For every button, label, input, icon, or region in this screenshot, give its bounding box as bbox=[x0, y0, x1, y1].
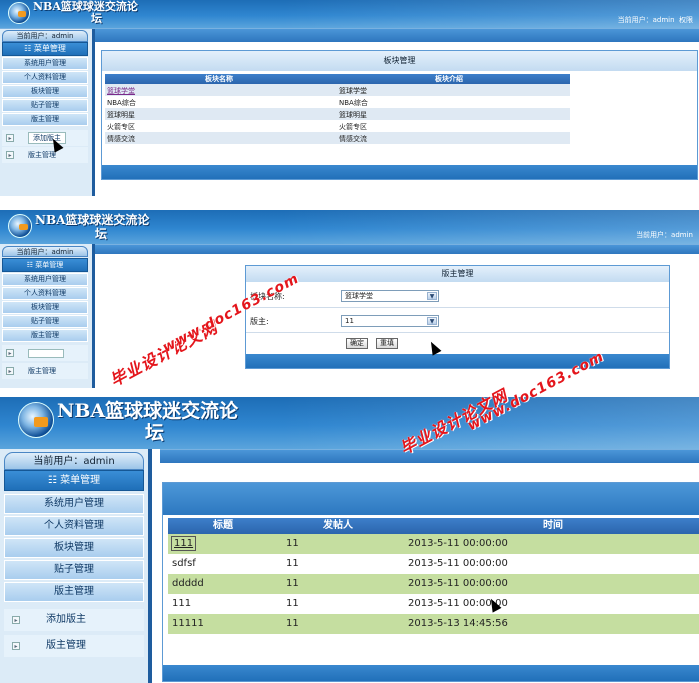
app-header: NBA篮球球迷交流论 坛 bbox=[0, 397, 699, 449]
expand-icon: ▸ bbox=[12, 616, 20, 624]
divider bbox=[92, 244, 95, 388]
moderator-label: 版主: bbox=[250, 317, 269, 326]
menu-item-posts[interactable]: 贴子管理 bbox=[2, 99, 88, 112]
panel-title: 版主管理 bbox=[246, 266, 669, 282]
expand-icon: ▸ bbox=[6, 134, 14, 142]
chevron-down-icon: ▼ bbox=[427, 317, 437, 325]
chevron-down-icon: ▼ bbox=[427, 292, 437, 300]
menu-item-system-users[interactable]: 系统用户管理 bbox=[2, 57, 88, 70]
form-row-board: 板块名称: 篮球学堂 ▼ bbox=[246, 284, 669, 308]
menu-item-system-users[interactable]: 系统用户管理 bbox=[4, 494, 144, 514]
submenu-manage-moderators[interactable]: ▸ 版主管理 bbox=[4, 635, 144, 657]
menu-icon: ☷ bbox=[47, 475, 61, 486]
menu-item-profile[interactable]: 个人资料管理 bbox=[2, 71, 88, 84]
app-title: NBA篮球球迷交流论 坛 bbox=[57, 400, 239, 444]
expand-icon: ▸ bbox=[6, 349, 14, 357]
menu-header[interactable]: ☷ 菜单管理 bbox=[2, 258, 88, 272]
confirm-button[interactable]: 确定 bbox=[346, 338, 368, 349]
submenu-add-moderator[interactable]: ▸ 添加版主 bbox=[4, 609, 144, 631]
menu-icon: ☷ bbox=[24, 44, 34, 53]
user-box: 当前用户：admin bbox=[2, 246, 88, 257]
reset-button[interactable]: 重填 bbox=[376, 338, 398, 349]
menu-header[interactable]: ☷ 菜单管理 bbox=[4, 470, 144, 491]
table-row[interactable]: 111 11 2013-5-11 00:00:00 bbox=[168, 594, 699, 614]
user-box: 当前用户：admin bbox=[2, 30, 88, 42]
table-row[interactable]: 111 11 2013-5-11 00:00:00 bbox=[168, 534, 699, 554]
menu-item-posts[interactable]: 贴子管理 bbox=[4, 560, 144, 580]
submenu-add-moderator[interactable]: ▸ bbox=[2, 345, 88, 361]
logo-icon bbox=[8, 214, 32, 238]
panel-footer bbox=[102, 165, 697, 179]
header-bar: 当前用户：admin 权限 bbox=[420, 14, 699, 26]
header-strip bbox=[0, 28, 699, 42]
form-row-moderator: 版主: 11 ▼ bbox=[246, 309, 669, 333]
header-strip bbox=[160, 449, 699, 463]
logo-icon bbox=[18, 402, 54, 438]
divider bbox=[148, 449, 152, 683]
current-user-text: 当前用户：admin 权限 bbox=[617, 16, 693, 24]
moderator-form-panel: 版主管理 板块名称: 篮球学堂 ▼ 版主: 11 ▼ 确定 重填 bbox=[245, 265, 670, 369]
submenu-add-moderator[interactable]: ▸ 添加版主 bbox=[2, 130, 88, 146]
menu-item-boards[interactable]: 板块管理 bbox=[2, 301, 88, 314]
app-title: NBA篮球球迷交流论 坛 bbox=[33, 0, 138, 25]
table-row[interactable]: 火箭专区 火箭专区 bbox=[105, 120, 570, 132]
menu-item-boards[interactable]: 板块管理 bbox=[4, 538, 144, 558]
menu-header[interactable]: ☷ 菜单管理 bbox=[2, 42, 88, 56]
menu-item-moderators[interactable]: 版主管理 bbox=[2, 329, 88, 342]
user-box: 当前用户：admin bbox=[4, 452, 144, 470]
table-row[interactable]: sdfsf 11 2013-5-11 00:00:00 bbox=[168, 554, 699, 574]
app-title: NBA篮球球迷交流论 坛 bbox=[35, 213, 150, 241]
panel-footer bbox=[163, 665, 699, 681]
submenu-manage-moderators[interactable]: ▸ 版主管理 bbox=[2, 363, 88, 379]
table-row[interactable]: NBA综合 NBA综合 bbox=[105, 96, 570, 108]
board-select[interactable]: 篮球学堂 ▼ bbox=[341, 290, 439, 302]
expand-icon: ▸ bbox=[12, 642, 20, 650]
divider bbox=[92, 29, 95, 196]
menu-icon: ☷ bbox=[26, 261, 36, 269]
header-strip bbox=[0, 244, 699, 254]
menu-item-moderators[interactable]: 版主管理 bbox=[2, 113, 88, 126]
app-header: NBA篮球球迷交流论 坛 当前用户：admin bbox=[0, 210, 699, 244]
panel-title: 板块管理 bbox=[102, 51, 697, 71]
current-user-text: 当前用户：admin bbox=[636, 231, 693, 239]
menu-item-moderators[interactable]: 版主管理 bbox=[4, 582, 144, 602]
table-row[interactable]: 篮球学堂 篮球学堂 bbox=[105, 84, 570, 96]
menu-item-profile[interactable]: 个人资料管理 bbox=[2, 287, 88, 300]
table-header: 标题 发帖人 时间 bbox=[168, 518, 699, 534]
expand-icon: ▸ bbox=[6, 151, 14, 159]
table-row[interactable]: ddddd 11 2013-5-11 00:00:00 bbox=[168, 574, 699, 594]
logo-icon bbox=[8, 2, 30, 24]
table-row[interactable]: 篮球明星 篮球明星 bbox=[105, 108, 570, 120]
table-header: 板块名称 板块介绍 bbox=[105, 74, 570, 84]
board-panel: 板块管理 板块名称 板块介绍 篮球学堂 篮球学堂 NBA综合 NBA综合 篮球明… bbox=[101, 50, 698, 180]
posts-table: 标题 发帖人 时间 111 11 2013-5-11 00:00:00 sdfs… bbox=[168, 518, 699, 634]
menu-item-system-users[interactable]: 系统用户管理 bbox=[2, 273, 88, 286]
posts-panel: 标题 发帖人 时间 111 11 2013-5-11 00:00:00 sdfs… bbox=[162, 482, 699, 682]
screenshot-3: NBA篮球球迷交流论 坛 当前用户：admin ☷ 菜单管理 系统用户管理 个人… bbox=[0, 397, 699, 683]
table-row[interactable]: 11111 11 2013-5-13 14:45:56 bbox=[168, 614, 699, 634]
table-row[interactable]: 情感交流 情感交流 bbox=[105, 132, 570, 144]
screenshot-1: NBA篮球球迷交流论 坛 当前用户：admin 权限 当前用户：admin ☷ … bbox=[0, 0, 699, 196]
board-table: 板块名称 板块介绍 篮球学堂 篮球学堂 NBA综合 NBA综合 篮球明星 篮球明… bbox=[105, 74, 570, 144]
expand-icon: ▸ bbox=[6, 367, 14, 375]
menu-item-boards[interactable]: 板块管理 bbox=[2, 85, 88, 98]
menu-item-posts[interactable]: 贴子管理 bbox=[2, 315, 88, 328]
moderator-select[interactable]: 11 ▼ bbox=[341, 315, 439, 327]
menu-item-profile[interactable]: 个人资料管理 bbox=[4, 516, 144, 536]
selected-item-box bbox=[28, 348, 64, 358]
panel-top bbox=[163, 483, 699, 515]
submenu-manage-moderators[interactable]: ▸ 版主管理 bbox=[2, 147, 88, 163]
